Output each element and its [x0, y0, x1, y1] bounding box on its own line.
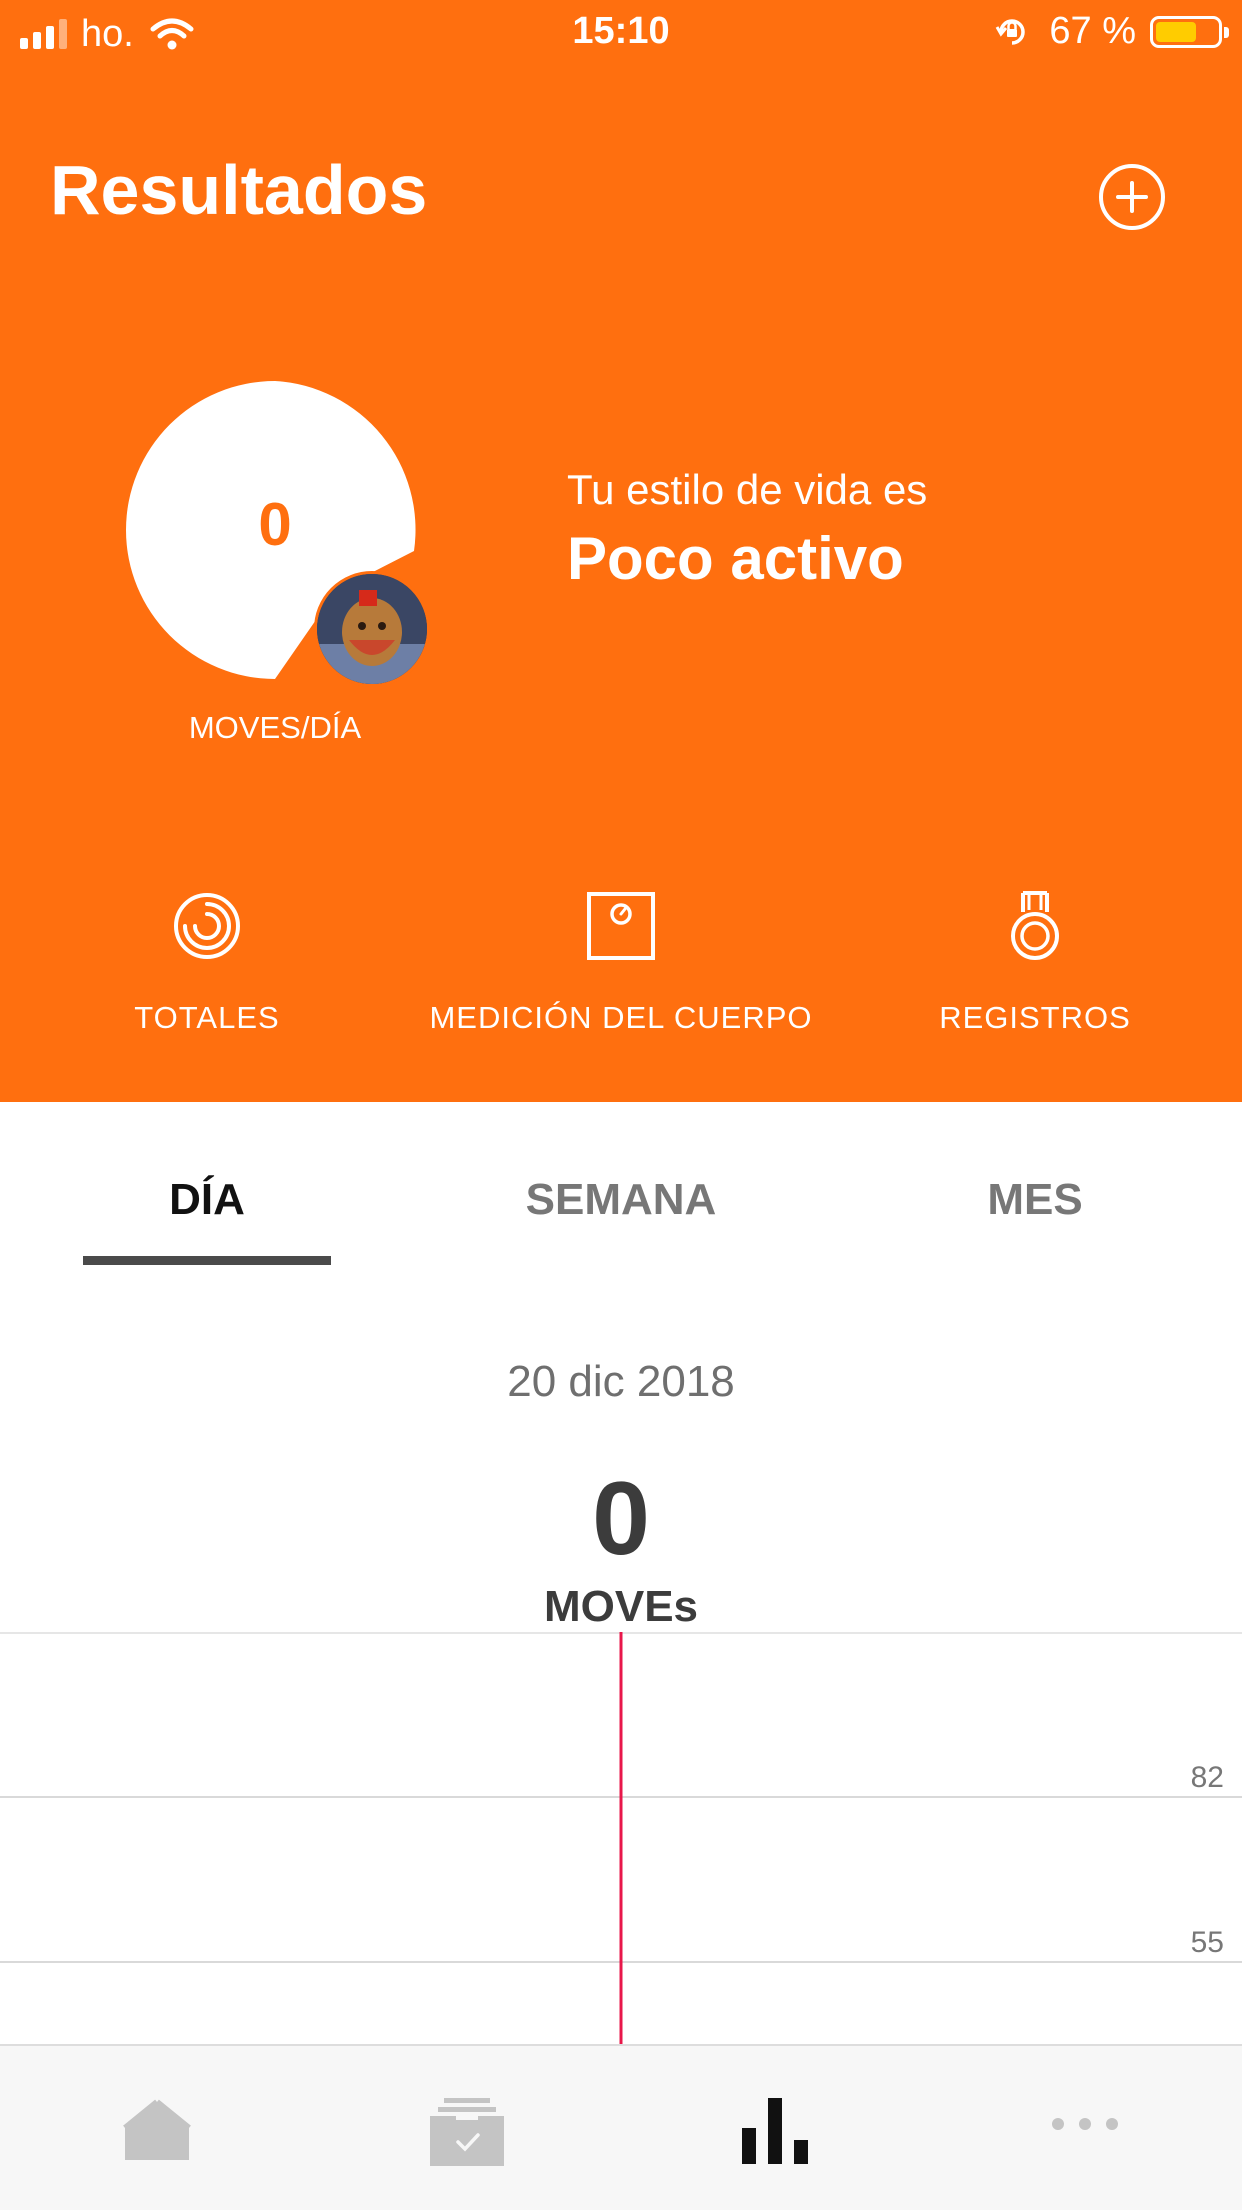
moves-chart[interactable]: 82 55	[0, 1632, 1242, 2044]
lifestyle-value: Poco activo	[567, 525, 904, 592]
bar-chart-icon[interactable]	[740, 2098, 810, 2164]
moves-score-value: 0	[258, 491, 292, 558]
medal-icon	[1011, 891, 1059, 960]
tab-semana[interactable]: SEMANA	[414, 1175, 828, 1225]
date-label: 20 dic 2018	[507, 1357, 735, 1406]
status-bar: ho. 15:10 67 %	[0, 0, 1242, 66]
lifestyle-label: Tu estilo de vida es	[567, 466, 928, 513]
chart-y-tick-label: 82	[1191, 1761, 1224, 1794]
inbox-check-icon[interactable]	[430, 2098, 504, 2166]
avatar[interactable]	[314, 571, 430, 687]
bottom-nav	[0, 2044, 1242, 2210]
plus-circle-icon[interactable]	[1098, 163, 1166, 231]
registros-label: REGISTROS	[939, 1000, 1131, 1035]
body-measurement-label: MEDICIÓN DEL CUERPO	[429, 1000, 813, 1035]
tab-indicator	[83, 1256, 331, 1265]
totales-label: TOTALES	[134, 1000, 280, 1035]
day-moves-unit: MOVEs	[543, 1582, 699, 1631]
spiral-icon	[174, 893, 240, 959]
day-moves-value: 0	[592, 1461, 650, 1577]
scale-icon	[587, 892, 655, 960]
more-dots-icon[interactable]	[1050, 2116, 1120, 2132]
chart-y-tick-label: 55	[1191, 1926, 1224, 1959]
battery-percent: 67 %	[1049, 10, 1136, 52]
battery-icon	[1150, 15, 1229, 48]
tab-dia[interactable]: DÍA	[0, 1175, 414, 1225]
moves-score-unit: MOVES/DÍA	[188, 710, 362, 745]
home-icon[interactable]	[122, 2098, 192, 2162]
rotation-lock-icon	[996, 18, 1026, 45]
tab-mes[interactable]: MES	[828, 1175, 1242, 1225]
page-title: Resultados	[50, 151, 428, 229]
